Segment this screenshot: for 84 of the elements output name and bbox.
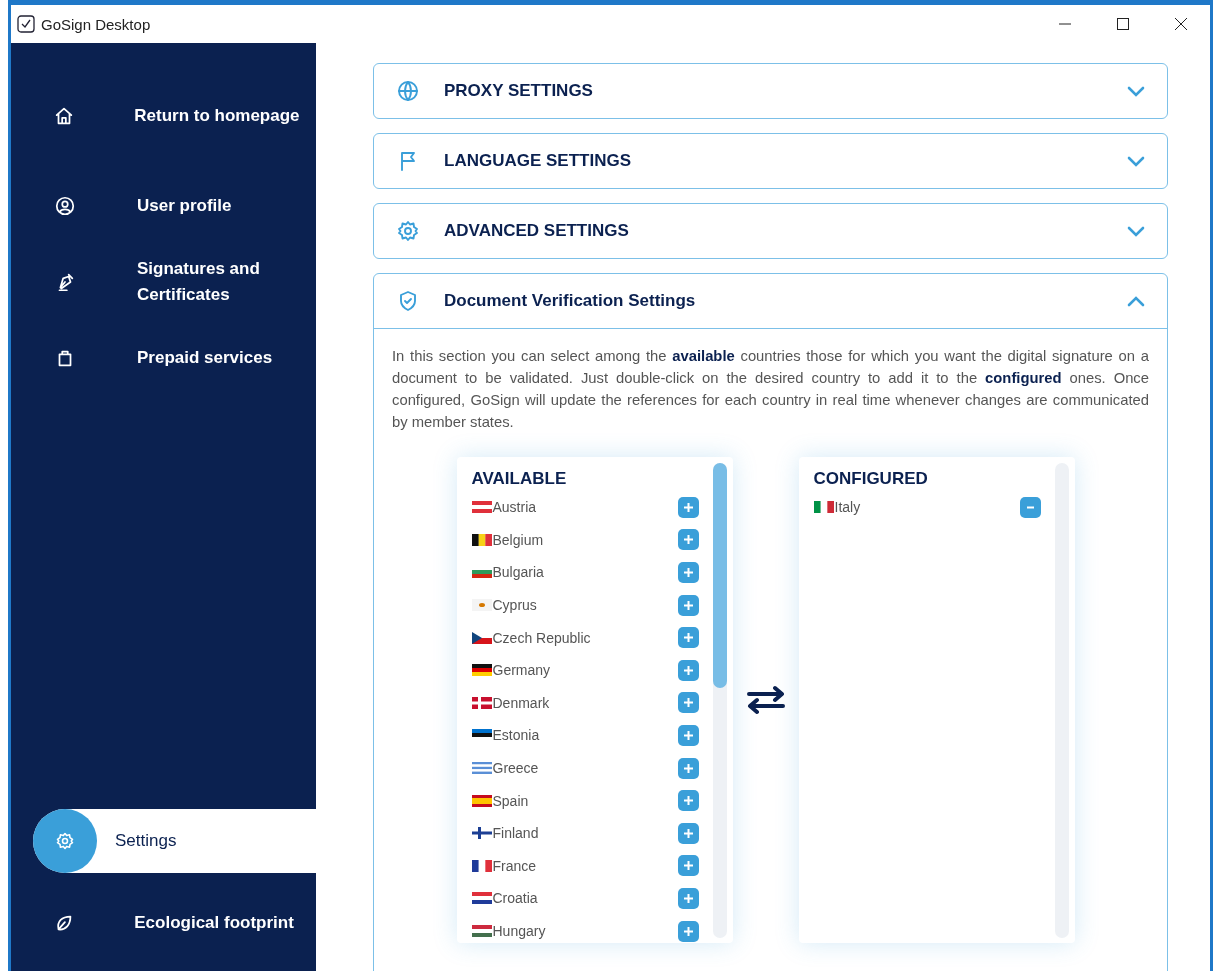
plus-icon: [682, 795, 694, 807]
sidebar-item[interactable]: Signatures and Certificates: [11, 244, 316, 320]
sidebar-item[interactable]: Prepaid services: [11, 320, 316, 396]
window-title: GoSign Desktop: [41, 15, 152, 33]
maximize-icon[interactable]: [1116, 17, 1130, 31]
country-name[interactable]: Italy: [834, 499, 1020, 516]
plus-icon: [682, 827, 694, 839]
country-name[interactable]: France: [492, 857, 678, 874]
country-name[interactable]: Greece: [492, 760, 678, 777]
country-name[interactable]: Hungary: [492, 923, 678, 939]
flag-icon: [471, 794, 492, 807]
plus-icon: [682, 762, 694, 774]
country-name[interactable]: Spain: [492, 792, 678, 809]
plus-icon: [682, 567, 694, 578]
flag-icon: [471, 696, 492, 709]
country-name[interactable]: Germany: [492, 662, 678, 679]
sidebar-item[interactable]: Ecological footprint: [11, 885, 316, 961]
sidebar-item[interactable]: Settings: [33, 809, 316, 873]
chevron-icon: [1127, 155, 1145, 167]
flag-icon: [471, 827, 492, 840]
globe-icon: [396, 79, 420, 103]
sidebar-item[interactable]: Return to homepage: [11, 63, 316, 168]
add-button[interactable]: [677, 627, 699, 649]
country-name[interactable]: Estonia: [492, 727, 678, 744]
country-name[interactable]: Austria: [492, 499, 678, 516]
country-name[interactable]: Cyprus: [492, 597, 678, 614]
add-button[interactable]: [677, 529, 699, 551]
chevron-icon: [1127, 225, 1145, 237]
user-icon: [54, 195, 76, 217]
flag-icon: [471, 501, 492, 514]
flag-icon: [471, 664, 492, 677]
plus-icon: [682, 729, 694, 741]
flag-icon: [471, 533, 492, 546]
settings-icon: [396, 219, 420, 243]
add-button[interactable]: [677, 594, 699, 616]
add-button[interactable]: [677, 724, 699, 746]
add-button[interactable]: [677, 887, 699, 909]
app-logo-icon: [17, 15, 35, 33]
add-button[interactable]: [677, 790, 699, 812]
add-button[interactable]: [677, 822, 699, 844]
plus-icon: [682, 925, 694, 937]
chevron-icon: [1127, 295, 1145, 307]
list-title: AVAILABLE: [471, 468, 568, 489]
plus-icon: [682, 892, 694, 904]
plus-icon: [682, 534, 694, 546]
country-name[interactable]: Croatia: [492, 890, 678, 907]
flag-icon: [471, 925, 492, 937]
country-name[interactable]: Belgium: [492, 531, 678, 548]
add-button[interactable]: [677, 496, 699, 518]
section-header[interactable]: PROXY SETTINGS: [374, 64, 1167, 118]
section-header[interactable]: Document Verification Settings: [374, 274, 1167, 328]
scrollbar[interactable]: [712, 463, 727, 938]
flag-icon: [471, 892, 492, 905]
close-icon[interactable]: [1174, 17, 1188, 31]
add-button[interactable]: [677, 757, 699, 779]
swap-arrows-icon: [744, 684, 787, 716]
flag-icon: [471, 599, 492, 612]
remove-button[interactable]: [1019, 496, 1041, 518]
plus-icon: [682, 860, 694, 872]
section-header[interactable]: LANGUAGE SETTINGS: [374, 134, 1167, 188]
chevron-icon: [1127, 85, 1145, 97]
plus-icon: [682, 501, 694, 513]
plus-icon: [682, 599, 694, 611]
plus-icon: [682, 664, 694, 676]
flag-icon: [471, 762, 492, 775]
country-name[interactable]: Denmark: [492, 694, 678, 711]
add-button[interactable]: [677, 692, 699, 714]
country-name[interactable]: Bulgaria: [492, 564, 678, 581]
add-button[interactable]: [677, 920, 699, 942]
flag-icon: [471, 631, 492, 644]
plus-icon: [682, 632, 694, 644]
add-button[interactable]: [677, 659, 699, 681]
sidebar-item[interactable]: User profile: [11, 168, 316, 244]
description-text: In this section you can select among the available countries those for which you want the digital signature on a document to be validated. Just double-click on the desired country to add it to the configured ones. Once configured, GoSign will update the references for each country in real time whenever changes are communicated by member states.: [392, 347, 1149, 432]
add-button[interactable]: [677, 855, 699, 877]
plus-icon: [682, 697, 694, 709]
country-name[interactable]: Finland: [492, 825, 678, 842]
section-header[interactable]: ADVANCED SETTINGS: [374, 204, 1167, 258]
country-name[interactable]: Czech Republic: [492, 629, 678, 646]
list-title: CONFIGURED: [813, 468, 929, 489]
flag-icon: [813, 501, 834, 514]
flag-icon: [471, 859, 492, 872]
settings-icon: [55, 831, 75, 851]
add-button[interactable]: [677, 562, 699, 583]
